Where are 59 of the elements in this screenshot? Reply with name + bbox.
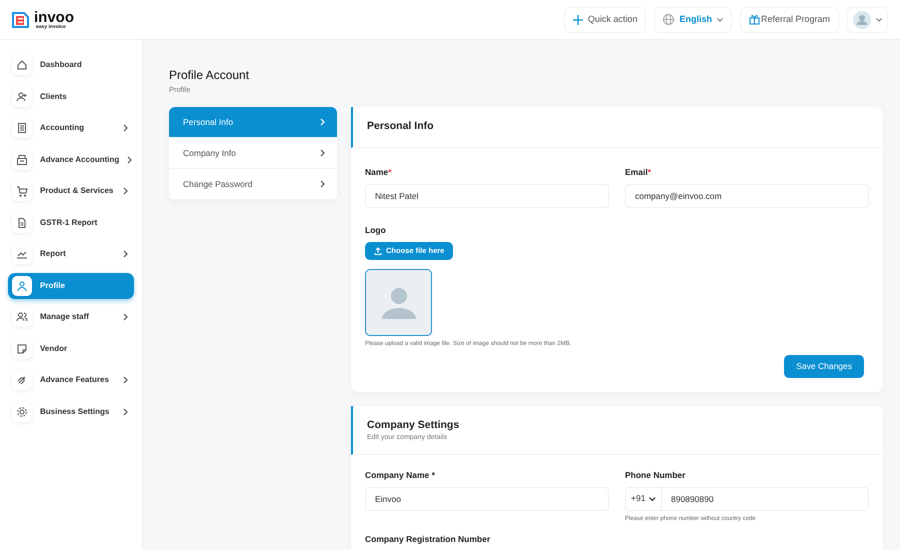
card-title: Personal Info (367, 119, 435, 134)
caret-icon (876, 18, 882, 22)
sidebar-item[interactable]: Product & Services (8, 178, 134, 204)
profile-menu-item[interactable]: Personal Info (169, 107, 337, 138)
users-icon (16, 311, 28, 323)
profile-menu-item[interactable]: Change Password (169, 169, 337, 200)
plus-icon (572, 14, 583, 24)
field-label: Phone Number (625, 468, 686, 482)
chevron-icon (320, 180, 325, 188)
input-field[interactable]: Einvoo (365, 486, 609, 510)
sidebar-item[interactable]: Report (8, 241, 134, 267)
save-changes-button[interactable]: Save Changes (784, 354, 864, 378)
input-field[interactable]: Nitest Patel (365, 184, 609, 208)
globe-icon (663, 14, 674, 25)
user-silhouette-icon (382, 285, 416, 319)
bank-icon (16, 154, 28, 166)
document-icon (16, 216, 28, 228)
avatar-icon (853, 10, 871, 28)
sidebar-item[interactable]: Advance Features (8, 367, 134, 393)
field-label: Company Registration Number (365, 534, 492, 544)
sidebar-item[interactable]: Profile (8, 272, 134, 298)
sidebar-item[interactable]: Vendor (8, 336, 134, 362)
caret-icon (649, 496, 656, 500)
referral-program-button[interactable]: Referral Program (740, 6, 839, 32)
sidebar-item[interactable]: Dashboard (8, 52, 134, 78)
sidebar-item[interactable]: Business Settings (8, 398, 134, 424)
user-plus-icon (16, 90, 28, 102)
gift-icon (748, 14, 760, 25)
logo-icon (12, 10, 30, 28)
sidebar-item[interactable]: Accounting (8, 115, 134, 141)
field-label: Logo (365, 224, 387, 236)
note-icon (16, 342, 28, 354)
user-menu-button[interactable] (847, 6, 888, 32)
sidebar-item[interactable]: GSTR-1 Report (8, 210, 134, 236)
sidebar-item[interactable]: Manage staff (8, 304, 134, 330)
language-selector[interactable]: English (654, 6, 732, 32)
field-label: Email* (625, 166, 652, 179)
gear-icon (16, 406, 28, 418)
field-label: Name* (365, 166, 392, 179)
caret-icon (716, 18, 723, 22)
sidebar-item[interactable]: Advance Accounting (8, 146, 134, 172)
input-field[interactable]: company@einvoo.com (625, 184, 869, 208)
field-label: Company Name * (365, 468, 436, 482)
quick-action-button[interactable]: Quick action (564, 6, 646, 32)
card-title: Company Settings (367, 418, 460, 432)
page-title: Profile Account (169, 67, 250, 84)
profile-menu-item[interactable]: Company Info (169, 138, 337, 170)
logo-wordmark: invoo (34, 10, 74, 24)
cart-icon (16, 185, 28, 197)
phone-input-field[interactable]: 890890890 (662, 486, 869, 510)
country-code-selector[interactable]: +91 (625, 486, 662, 510)
calculator-icon (16, 122, 28, 134)
user-icon (16, 280, 28, 292)
upload-icon (374, 246, 382, 254)
chevron-icon (320, 149, 325, 158)
home-icon (16, 59, 28, 71)
rocket-icon (16, 374, 28, 386)
sidebar-item[interactable]: Clients (8, 84, 134, 110)
chevron-icon (320, 118, 325, 126)
